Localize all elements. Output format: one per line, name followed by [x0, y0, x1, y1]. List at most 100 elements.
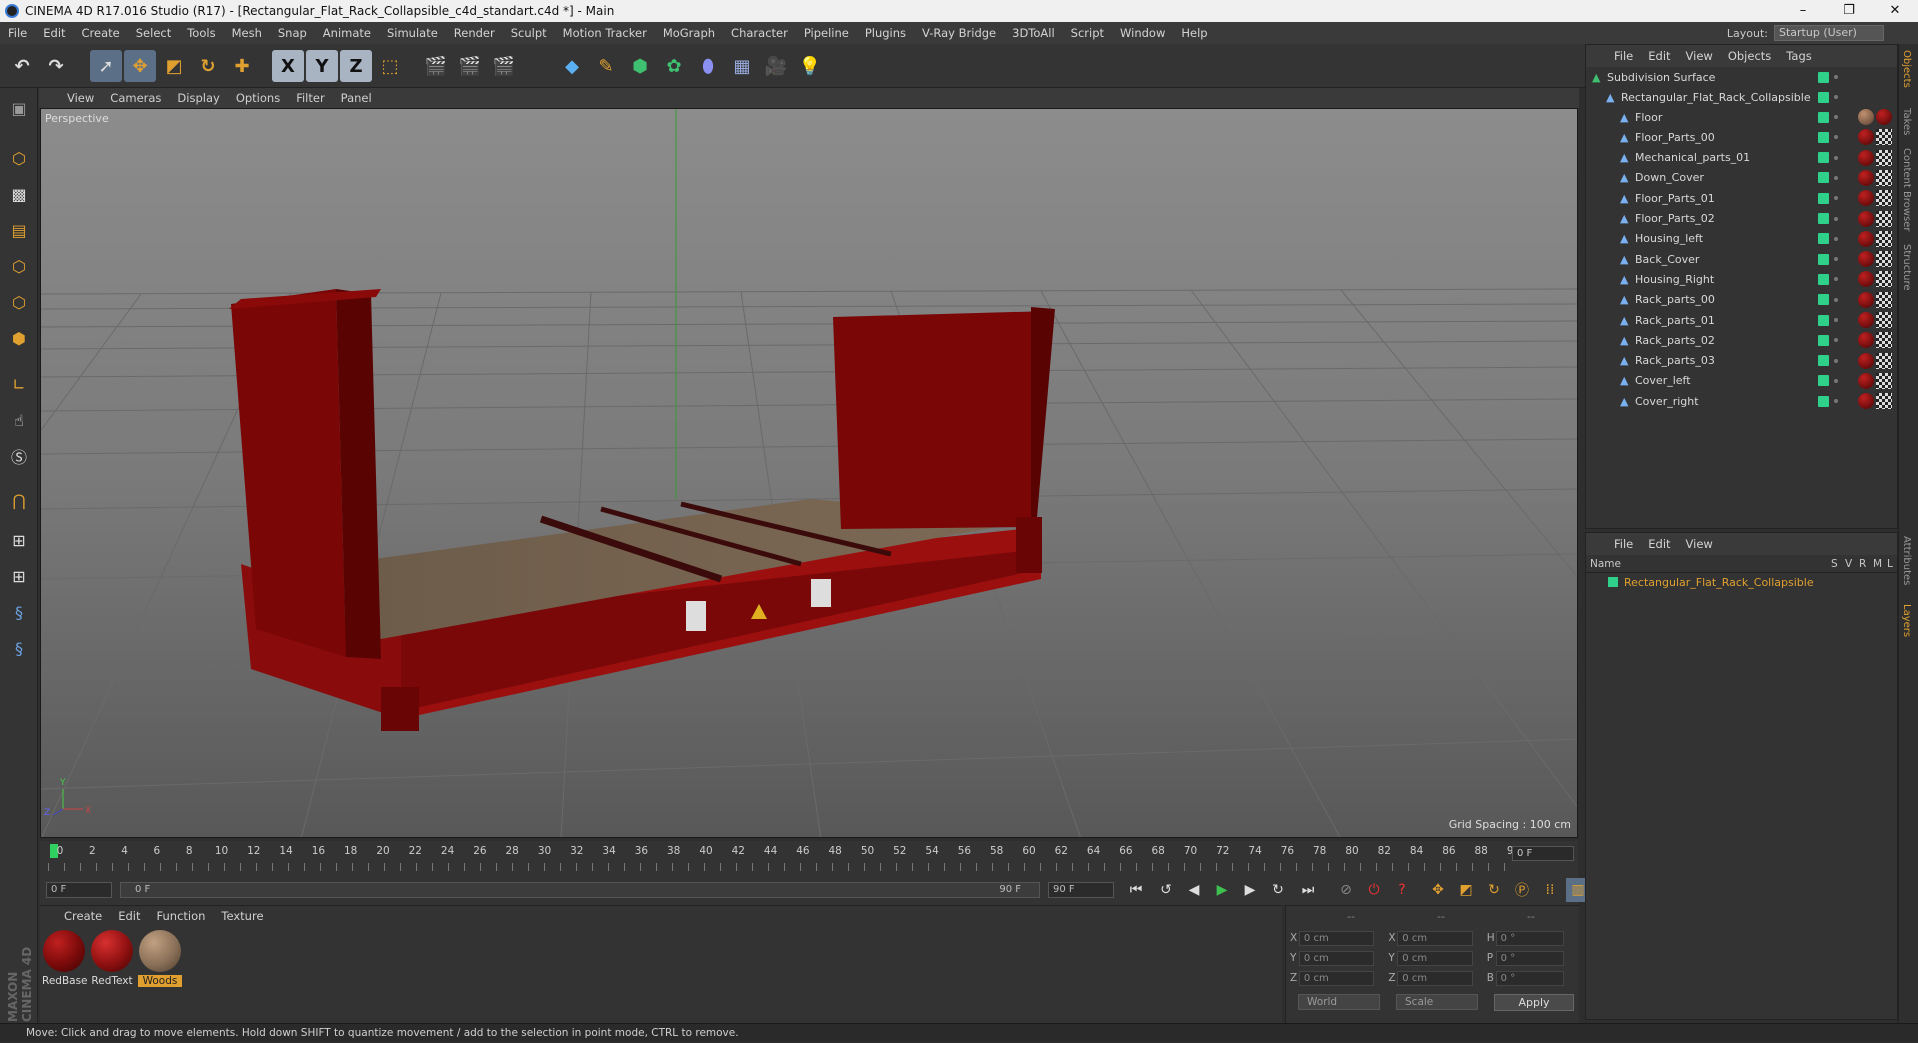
material-menu-create[interactable]: Create: [64, 909, 102, 923]
next-key-icon[interactable]: ↻: [1266, 878, 1290, 902]
material-menu-texture[interactable]: Texture: [221, 909, 263, 923]
object-menu-view[interactable]: View: [1686, 49, 1713, 63]
close-button[interactable]: ✕: [1872, 0, 1918, 22]
material-woods[interactable]: Woods: [138, 930, 182, 987]
menu-script[interactable]: Script: [1063, 26, 1112, 40]
material-tag-icon[interactable]: [1858, 210, 1874, 227]
make-editable-icon[interactable]: ▣: [3, 92, 35, 124]
position-x-field[interactable]: 0 cm: [1298, 930, 1375, 946]
editor-visibility-dot[interactable]: [1834, 135, 1838, 140]
material-tag-icon[interactable]: [1858, 190, 1874, 207]
layer-menu-edit[interactable]: Edit: [1648, 537, 1670, 551]
object-row[interactable]: ▲ Housing_left: [1586, 229, 1899, 249]
light-bulb-icon[interactable]: 💡: [794, 50, 826, 82]
planar-workplane-icon[interactable]: ⊞: [3, 560, 35, 592]
editor-visibility-dot[interactable]: [1834, 175, 1838, 180]
object-menu-objects[interactable]: Objects: [1728, 49, 1771, 63]
uvw-tag-icon[interactable]: [1876, 332, 1892, 349]
end-frame-field[interactable]: 90 F: [1048, 882, 1114, 898]
object-row[interactable]: ▲ Rack_parts_00: [1586, 290, 1899, 310]
editor-visibility-dot[interactable]: [1834, 399, 1838, 404]
next-frame-icon[interactable]: ▶: [1238, 878, 1262, 902]
editor-visibility-dot[interactable]: [1834, 358, 1838, 363]
rotate-icon[interactable]: ↻: [192, 50, 224, 82]
editor-visibility-dot[interactable]: [1834, 378, 1838, 383]
material-tag-icon[interactable]: [1858, 149, 1874, 166]
polygons-mode-icon[interactable]: ⬢: [3, 322, 35, 354]
material-tag-icon[interactable]: [1858, 251, 1874, 268]
key-position-icon[interactable]: ✥: [1426, 878, 1450, 902]
size-x-field[interactable]: 0 cm: [1397, 930, 1473, 946]
uvw-tag-icon[interactable]: [1876, 169, 1892, 186]
x-axis-lock-button[interactable]: X: [272, 50, 304, 82]
z-axis-lock-button[interactable]: Z: [340, 50, 372, 82]
texture-mode-icon[interactable]: ▩: [3, 178, 35, 210]
menu-help[interactable]: Help: [1173, 26, 1215, 40]
uvw-tag-icon[interactable]: [1876, 271, 1892, 288]
tab-objects[interactable]: Objects: [1901, 50, 1912, 88]
visibility-toggles[interactable]: [1818, 334, 1838, 346]
axis-mode-icon[interactable]: ∟: [3, 368, 35, 400]
keyframe-selection-icon[interactable]: ?: [1390, 878, 1414, 902]
material-tag-icon[interactable]: [1858, 291, 1874, 308]
go-to-start-icon[interactable]: ⏮: [1124, 878, 1148, 902]
python-script-2-icon[interactable]: §: [3, 632, 35, 664]
current-frame-field[interactable]: 0 F: [1512, 846, 1574, 861]
record-keys-icon[interactable]: ⊘: [1334, 878, 1358, 902]
viewport-menu-display[interactable]: Display: [177, 91, 219, 105]
layout-dropdown[interactable]: Startup (User): [1774, 25, 1884, 41]
uvw-tag-icon[interactable]: [1876, 352, 1892, 369]
subdivision-generator-icon[interactable]: ⬢: [624, 50, 656, 82]
viewport-menu-cameras[interactable]: Cameras: [110, 91, 161, 105]
editor-visibility-dot[interactable]: [1834, 216, 1838, 221]
uvw-tag-icon[interactable]: [1876, 129, 1892, 146]
visibility-toggles[interactable]: [1818, 253, 1838, 265]
menu-tools[interactable]: Tools: [179, 26, 223, 40]
visibility-toggles[interactable]: [1818, 273, 1838, 285]
object-row[interactable]: ▲ Floor_Parts_00: [1586, 127, 1899, 147]
timeline-ruler[interactable]: 0 2 4 6 8 10 12 14 16 18 20 22 24 26 28 30 32 34 36 38 40 42 4…: [40, 841, 1578, 875]
uvw-tag-icon[interactable]: [1876, 230, 1892, 247]
render-view-icon[interactable]: 🎬: [420, 50, 452, 82]
material-tag-icon[interactable]: [1876, 109, 1892, 125]
menu-animate[interactable]: Animate: [315, 26, 379, 40]
visibility-toggles[interactable]: [1818, 71, 1838, 83]
visibility-toggles[interactable]: [1818, 172, 1838, 184]
key-scale-icon[interactable]: ◩: [1454, 878, 1478, 902]
rotation-h-field[interactable]: 0 °: [1495, 930, 1564, 946]
visibility-toggles[interactable]: [1818, 131, 1838, 143]
material-tag-icon[interactable]: [1858, 109, 1874, 125]
position-y-field[interactable]: 0 cm: [1298, 950, 1375, 966]
menu-sculpt[interactable]: Sculpt: [503, 26, 555, 40]
undo-icon[interactable]: ↶: [6, 50, 38, 82]
object-row[interactable]: ▲ Rack_parts_03: [1586, 351, 1899, 371]
object-row[interactable]: ▲ Housing_Right: [1586, 269, 1899, 289]
menu-simulate[interactable]: Simulate: [379, 26, 446, 40]
visibility-toggles[interactable]: [1818, 111, 1838, 123]
python-script-icon[interactable]: §: [3, 596, 35, 628]
move-icon[interactable]: ✥: [124, 50, 156, 82]
uvw-tag-icon[interactable]: [1876, 393, 1892, 410]
size-z-field[interactable]: 0 cm: [1397, 970, 1473, 986]
scale-mode-dropdown[interactable]: Scale: [1396, 994, 1478, 1010]
editor-visibility-dot[interactable]: [1834, 75, 1838, 79]
material-redtext[interactable]: RedText: [90, 930, 134, 987]
viewport-menu-filter[interactable]: Filter: [296, 91, 324, 105]
menu-window[interactable]: Window: [1112, 26, 1173, 40]
material-tag-icon[interactable]: [1858, 372, 1874, 389]
menu-motion-tracker[interactable]: Motion Tracker: [555, 26, 655, 40]
redo-icon[interactable]: ↷: [40, 50, 72, 82]
visibility-toggles[interactable]: [1818, 91, 1838, 103]
material-tag-icon[interactable]: [1858, 271, 1874, 288]
layer-row[interactable]: Rectangular_Flat_Rack_Collapsible: [1586, 573, 1897, 591]
object-row[interactable]: ▲ Mechanical_parts_01: [1586, 148, 1899, 168]
menu-edit[interactable]: Edit: [35, 26, 73, 40]
editor-visibility-dot[interactable]: [1834, 196, 1838, 201]
menu-select[interactable]: Select: [128, 26, 179, 40]
material-tag-icon[interactable]: [1858, 230, 1874, 247]
spline-pen-icon[interactable]: ✎: [590, 50, 622, 82]
deformer-icon[interactable]: ⬮: [692, 50, 724, 82]
menu-v-ray-bridge[interactable]: V-Ray Bridge: [914, 26, 1004, 40]
object-row[interactable]: ▲ Cover_left: [1586, 371, 1899, 391]
editor-visibility-dot[interactable]: [1834, 297, 1838, 302]
